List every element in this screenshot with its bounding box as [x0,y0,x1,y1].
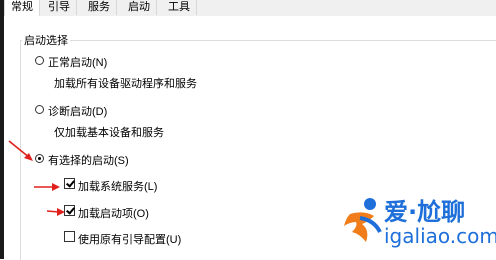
tab-general[interactable]: 常规 [4,0,40,16]
tab-tools[interactable]: 工具 [162,0,197,15]
tab-boot[interactable]: 引导 [42,0,77,15]
normal-startup-label[interactable]: 正常启动(N) [48,54,107,70]
watermark-name: 爱·尬聊 [384,198,466,226]
diagnostic-startup-radio[interactable] [35,105,44,114]
load-system-services-checkbox[interactable] [64,178,75,189]
use-original-boot-label[interactable]: 使用原有引导配置(U) [78,231,181,247]
startup-selection-title: 启动选择 [22,32,70,48]
diagnostic-startup-description: 仅加载基本设备和服务 [54,127,164,139]
normal-startup-description: 加载所有设备驱动程序和服务 [54,78,197,90]
annotation-arrow-icon [34,183,60,191]
runner-logo-icon [344,198,382,242]
tab-services[interactable]: 服务 [82,0,117,15]
tab-strip: 常规 引导 服务 启动 工具 [4,0,496,17]
annotation-arrow-icon [8,140,33,161]
diagnostic-startup-label[interactable]: 诊断启动(D) [48,103,107,119]
watermark: 爱·尬聊 igaliao.com [340,190,496,259]
normal-startup-radio[interactable] [35,56,44,65]
annotation-arrow-icon [46,208,65,216]
watermark-url: igaliao.com [384,224,496,248]
load-system-services-label[interactable]: 加载系统服务(L) [78,178,157,194]
tab-startup[interactable]: 启动 [122,0,157,15]
selective-startup-radio[interactable] [35,154,44,163]
selective-startup-label[interactable]: 有选择的启动(S) [48,152,129,168]
load-startup-items-label[interactable]: 加载启动项(O) [78,205,149,221]
use-original-boot-checkbox[interactable] [64,231,75,242]
